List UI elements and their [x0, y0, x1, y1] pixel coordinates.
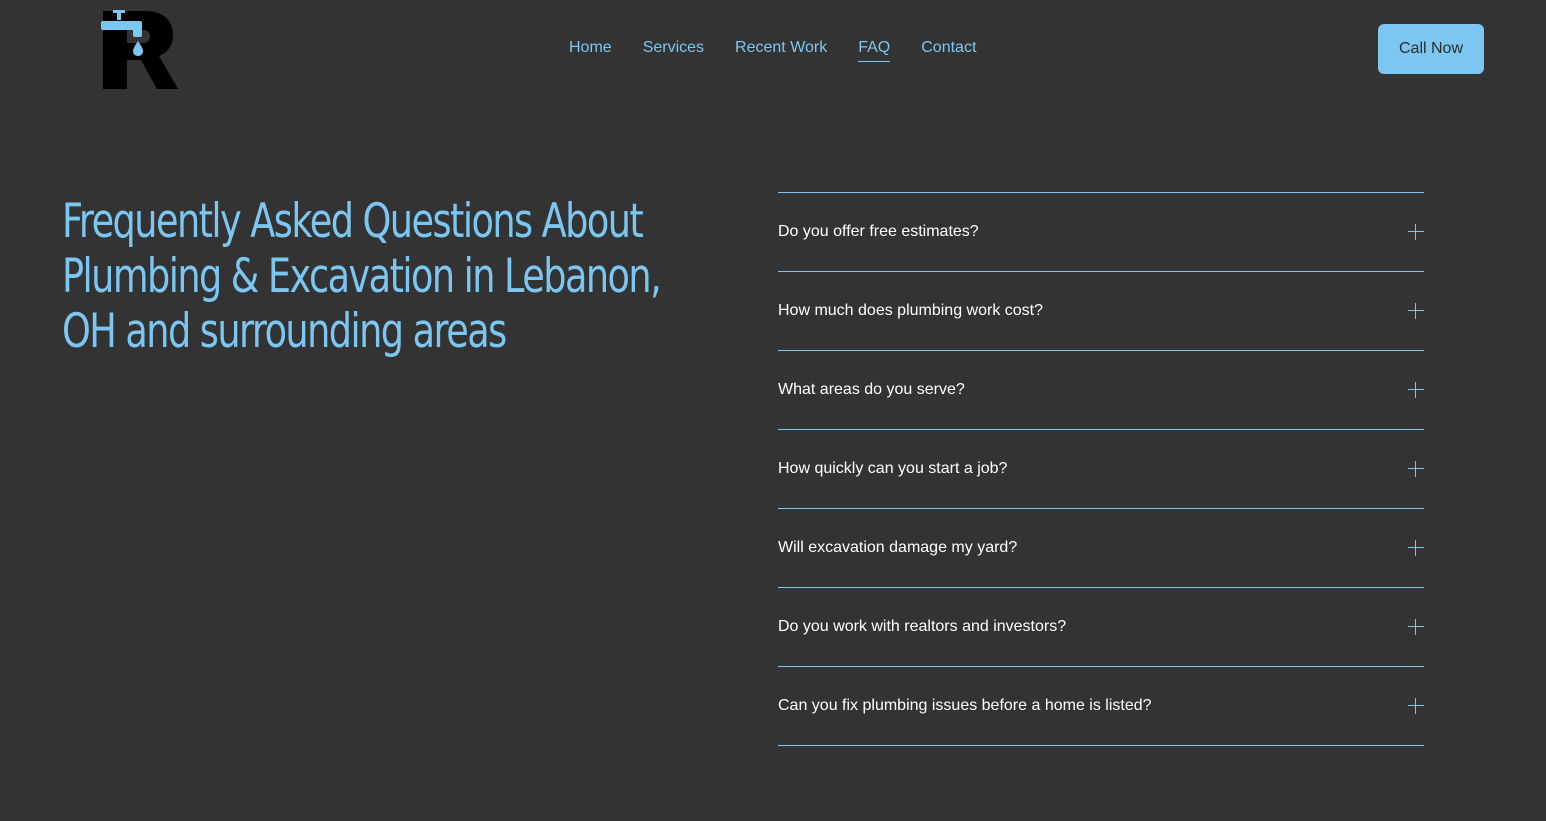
nav-faq[interactable]: FAQ: [858, 38, 891, 62]
plus-icon[interactable]: [1408, 619, 1424, 635]
faq-question: Do you offer free estimates?: [778, 223, 979, 240]
plus-icon[interactable]: [1408, 303, 1424, 319]
faq-question: Can you fix plumbing issues before a hom…: [778, 697, 1152, 714]
nav-services[interactable]: Services: [643, 38, 704, 62]
faq-question: What areas do you serve?: [778, 381, 965, 398]
main-nav: Home Services Recent Work FAQ Contact: [569, 38, 976, 62]
page: Home Services Recent Work FAQ Contact Ca…: [0, 0, 1546, 821]
faq-question: Do you work with realtors and investors?: [778, 618, 1067, 635]
plus-icon[interactable]: [1408, 224, 1424, 240]
faq-item[interactable]: How quickly can you start a job?: [778, 430, 1424, 509]
plus-icon[interactable]: [1408, 540, 1424, 556]
faq-question: How quickly can you start a job?: [778, 460, 1008, 477]
faucet-R-logo-icon[interactable]: [101, 8, 181, 92]
faq-item[interactable]: How much does plumbing work cost?: [778, 272, 1424, 351]
nav-recent-work[interactable]: Recent Work: [735, 38, 827, 62]
plus-icon[interactable]: [1408, 382, 1424, 398]
nav-contact[interactable]: Contact: [921, 38, 976, 62]
faq-question: Will excavation damage my yard?: [778, 539, 1018, 556]
faq-list: Do you offer free estimates? How much do…: [778, 192, 1424, 746]
faq-question: How much does plumbing work cost?: [778, 302, 1044, 319]
nav-home[interactable]: Home: [569, 38, 612, 62]
plus-icon[interactable]: [1408, 461, 1424, 477]
faq-item[interactable]: Do you offer free estimates?: [778, 193, 1424, 272]
call-now-button[interactable]: Call Now: [1378, 24, 1484, 74]
faq-item[interactable]: Do you work with realtors and investors?: [778, 588, 1424, 667]
page-title: Frequently Asked Questions About Plumbin…: [62, 194, 662, 359]
faq-item[interactable]: Will excavation damage my yard?: [778, 509, 1424, 588]
faq-item[interactable]: Can you fix plumbing issues before a hom…: [778, 667, 1424, 746]
plus-icon[interactable]: [1408, 698, 1424, 714]
faq-item[interactable]: What areas do you serve?: [778, 351, 1424, 430]
